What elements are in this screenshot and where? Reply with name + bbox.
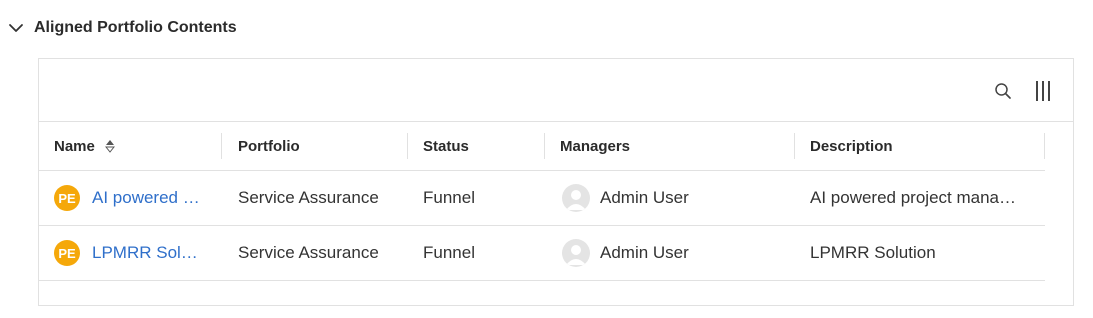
status-cell: Funnel xyxy=(408,171,545,225)
description-cell: AI powered project mana… xyxy=(795,171,1045,225)
manager-name: Admin User xyxy=(600,188,689,207)
column-header-portfolio-label: Portfolio xyxy=(238,137,300,155)
column-header-name[interactable]: Name xyxy=(39,122,222,170)
managers-cell: Admin User xyxy=(545,226,795,280)
status-value: Funnel xyxy=(423,243,475,262)
column-header-description-label: Description xyxy=(810,137,893,155)
search-icon[interactable] xyxy=(991,79,1015,103)
project-name-link[interactable]: AI powered … xyxy=(92,188,200,208)
column-header-name-label: Name xyxy=(54,137,95,155)
column-header-status[interactable]: Status xyxy=(408,122,545,170)
column-header-managers-label: Managers xyxy=(560,137,631,155)
project-type-badge: PE xyxy=(54,185,80,211)
portfolio-cell: Service Assurance xyxy=(222,226,408,280)
avatar xyxy=(562,184,590,212)
portfolio-contents-panel: Name Portfolio Status Managers Descripti… xyxy=(38,58,1074,306)
chevron-down-icon[interactable] xyxy=(8,20,24,36)
column-header-managers[interactable]: Managers xyxy=(545,122,795,170)
portfolio-cell: Service Assurance xyxy=(222,171,408,225)
column-header-portfolio[interactable]: Portfolio xyxy=(222,122,408,170)
avatar xyxy=(562,239,590,267)
description-cell: LPMRR Solution xyxy=(795,226,1045,280)
table-toolbar xyxy=(39,59,1073,122)
description-value: LPMRR Solution xyxy=(810,243,936,262)
manager-name: Admin User xyxy=(600,243,689,262)
section-title: Aligned Portfolio Contents xyxy=(34,19,237,36)
name-cell: PE AI powered … xyxy=(39,171,222,225)
portfolio-value: Service Assurance xyxy=(238,188,379,207)
table-row[interactable]: PE LPMRR Sol… Service Assurance Funnel A… xyxy=(39,226,1045,281)
column-header-status-label: Status xyxy=(423,137,469,155)
columns-icon[interactable] xyxy=(1031,79,1055,103)
table-row[interactable]: PE AI powered … Service Assurance Funnel… xyxy=(39,171,1045,226)
column-header-description[interactable]: Description xyxy=(795,122,1045,170)
status-cell: Funnel xyxy=(408,226,545,280)
description-value: AI powered project mana… xyxy=(810,188,1016,207)
project-name-link[interactable]: LPMRR Sol… xyxy=(92,243,198,263)
managers-cell: Admin User xyxy=(545,171,795,225)
status-value: Funnel xyxy=(423,188,475,207)
sort-icon[interactable] xyxy=(104,138,115,154)
portfolio-value: Service Assurance xyxy=(238,243,379,262)
section-toggle[interactable]: Aligned Portfolio Contents xyxy=(8,14,237,42)
project-type-badge: PE xyxy=(54,240,80,266)
table-header: Name Portfolio Status Managers Descripti… xyxy=(39,122,1045,171)
name-cell: PE LPMRR Sol… xyxy=(39,226,222,280)
